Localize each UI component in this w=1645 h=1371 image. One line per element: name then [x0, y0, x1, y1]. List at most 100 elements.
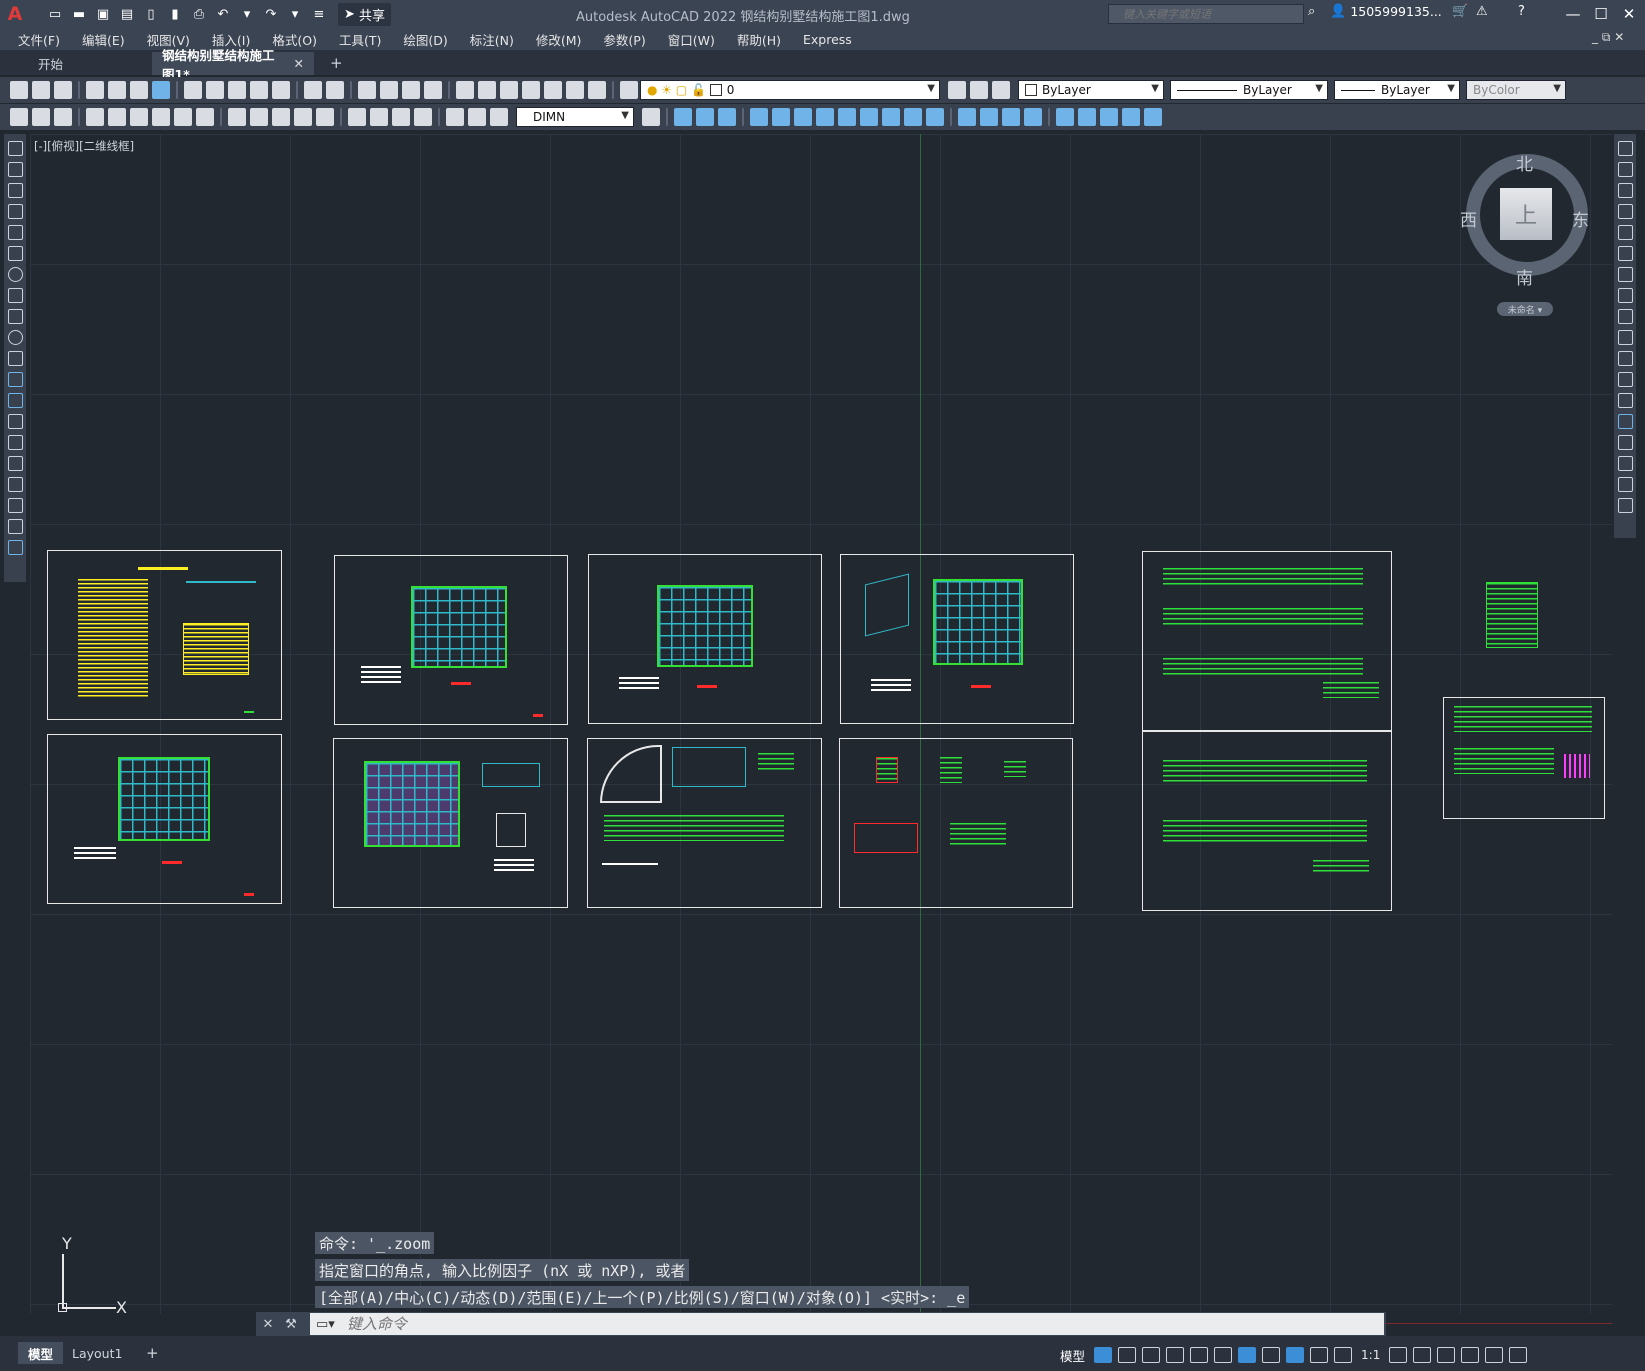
break-point-icon[interactable]: [1617, 372, 1633, 387]
redo-dropdown-icon[interactable]: ▾: [284, 3, 306, 25]
drawing-sheet-node-details[interactable]: [1443, 697, 1605, 819]
save-icon[interactable]: ▣: [92, 3, 114, 25]
plot-icon[interactable]: [86, 81, 104, 99]
point-icon[interactable]: [7, 414, 23, 429]
explode-icon[interactable]: [1024, 108, 1042, 126]
search-input[interactable]: [1123, 7, 1293, 21]
insert-block-icon[interactable]: [7, 372, 23, 387]
copy-object-icon[interactable]: [674, 108, 692, 126]
stretch-icon[interactable]: [838, 108, 856, 126]
rectangle-icon[interactable]: [7, 225, 23, 240]
draworder-icon[interactable]: [1056, 108, 1074, 126]
chamfer-icon[interactable]: [958, 108, 976, 126]
quickcalc-icon[interactable]: [566, 81, 584, 99]
tool-palettes-icon[interactable]: [500, 81, 518, 99]
array-icon[interactable]: [750, 108, 768, 126]
array-strip-icon[interactable]: [1617, 225, 1633, 240]
close-button[interactable]: ✕: [1616, 3, 1642, 25]
properties-icon[interactable]: [456, 81, 474, 99]
join-strip-icon[interactable]: [1617, 414, 1633, 429]
isodraft-icon[interactable]: [1190, 1347, 1209, 1363]
dim-edit-icon[interactable]: [446, 108, 464, 126]
layer-previous-icon[interactable]: [970, 81, 988, 99]
cart-icon[interactable]: 🛒: [1452, 4, 1468, 19]
hatch-icon[interactable]: [7, 435, 23, 450]
user-account[interactable]: 👤 1505999135...: [1330, 4, 1442, 19]
menu-express[interactable]: Express: [803, 32, 852, 47]
menu-parametric[interactable]: 参数(P): [603, 30, 645, 49]
polyline-icon[interactable]: [7, 183, 23, 198]
tolerance-icon[interactable]: [348, 108, 366, 126]
scale-icon[interactable]: [816, 108, 834, 126]
annotation-visibility-icon[interactable]: [1286, 1347, 1305, 1363]
publish-icon[interactable]: [130, 81, 148, 99]
cut-icon[interactable]: [184, 81, 202, 99]
stretch-strip-icon[interactable]: [1617, 309, 1633, 324]
drawing-sheet-roof-framing-plan[interactable]: [840, 554, 1074, 724]
send-under-icon[interactable]: [1144, 108, 1162, 126]
fillet-icon[interactable]: [980, 108, 998, 126]
grid-icon[interactable]: [1094, 1347, 1113, 1363]
gear-icon[interactable]: [1389, 1347, 1408, 1363]
polygon-icon[interactable]: [7, 204, 23, 219]
scale-strip-icon[interactable]: [1617, 288, 1633, 303]
dim-break-icon[interactable]: [316, 108, 334, 126]
snap-icon[interactable]: [1118, 1347, 1137, 1363]
customization-menu-icon[interactable]: [1509, 1347, 1528, 1363]
hardware-acceleration-icon[interactable]: [1461, 1347, 1480, 1363]
menu-modify[interactable]: 修改(M): [536, 30, 582, 49]
menu-draw[interactable]: 绘图(D): [403, 30, 447, 49]
arc-icon[interactable]: [7, 246, 23, 261]
autodesk-app-icon[interactable]: ⚠: [1476, 4, 1488, 19]
tab-drawing[interactable]: 钢结构别墅结构施工图1* ✕: [152, 48, 314, 82]
drawing-sheet-foundation-plan[interactable]: [334, 555, 568, 725]
new-file-icon[interactable]: ▭: [44, 3, 66, 25]
table-icon[interactable]: [7, 498, 23, 513]
isolate-objects-icon[interactable]: [1437, 1347, 1456, 1363]
radius-dim-icon[interactable]: [130, 108, 148, 126]
move-strip-icon[interactable]: [1617, 246, 1633, 261]
bring-front-icon[interactable]: [1078, 108, 1096, 126]
design-center-icon[interactable]: [478, 81, 496, 99]
drawing-sheet-design-notes[interactable]: [47, 550, 282, 720]
fillet-strip-icon[interactable]: [1617, 456, 1633, 471]
share-button[interactable]: ➤ 共享: [338, 2, 392, 26]
inspection-icon[interactable]: [392, 108, 410, 126]
break-icon[interactable]: [904, 108, 922, 126]
undo-icon[interactable]: ↶: [212, 3, 234, 25]
trim-strip-icon[interactable]: [1617, 330, 1633, 345]
undo-dropdown-icon[interactable]: ▾: [236, 3, 258, 25]
doc-window-controls[interactable]: _ ⧉ ✕: [1592, 30, 1624, 45]
mtext-icon[interactable]: [7, 519, 23, 534]
arc-length-icon[interactable]: [86, 108, 104, 126]
command-history-icon[interactable]: ▭▾: [316, 1317, 335, 1332]
model-space-toggle[interactable]: 模型: [1060, 1346, 1085, 1365]
polar-icon[interactable]: [1166, 1347, 1185, 1363]
aligned-dim-icon[interactable]: [54, 108, 72, 126]
dimstyle-manager-icon[interactable]: [642, 108, 660, 126]
diameter-dim-icon[interactable]: [174, 108, 192, 126]
bring-above-icon[interactable]: [1122, 108, 1140, 126]
angular-dim-icon[interactable]: [196, 108, 214, 126]
compass-north[interactable]: 北: [1516, 150, 1533, 175]
annotation-scale-value[interactable]: 1:1: [1361, 1348, 1380, 1362]
drawing-sheet-column-plan[interactable]: [588, 554, 822, 724]
command-input[interactable]: [346, 1315, 1347, 1333]
drawing-sheet-column-details[interactable]: [839, 738, 1073, 908]
menu-file[interactable]: 文件(F): [18, 30, 60, 49]
ortho-icon[interactable]: [1142, 1347, 1161, 1363]
lineweight-icon[interactable]: [1262, 1347, 1281, 1363]
match-properties-icon[interactable]: [250, 81, 268, 99]
drawing-sheet-stair-details[interactable]: [587, 738, 822, 908]
layer-properties-icon[interactable]: [620, 81, 638, 99]
zoom-window-icon[interactable]: [402, 81, 420, 99]
baseline-dim-icon[interactable]: [250, 108, 268, 126]
add-layout-button[interactable]: +: [136, 1342, 169, 1364]
open-file-icon[interactable]: ▬: [68, 3, 90, 25]
drawing-sheet-floor-plan[interactable]: [47, 734, 282, 904]
join-icon[interactable]: [926, 108, 944, 126]
save-toolbar-icon[interactable]: [54, 81, 72, 99]
continue-dim-icon[interactable]: [272, 108, 290, 126]
open-icon[interactable]: [32, 81, 50, 99]
help-toolbar-icon[interactable]: [588, 81, 606, 99]
